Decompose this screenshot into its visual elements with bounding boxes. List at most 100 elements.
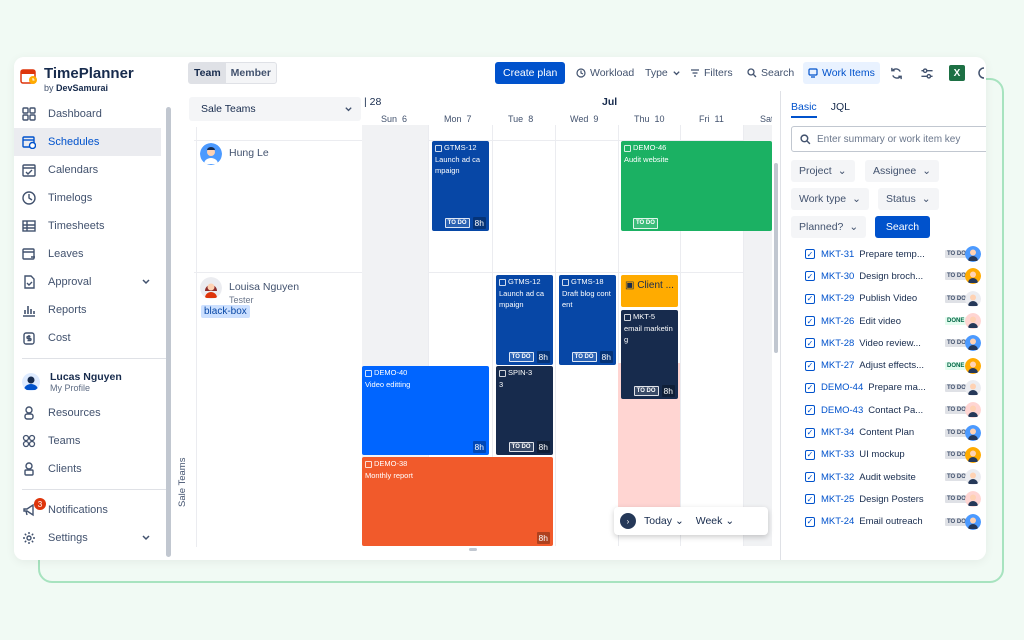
work-item-card[interactable]: SPIN-3 3 TO DO 8h [496,366,553,455]
list-item[interactable]: ✓ MKT-24 Email outreach TO DO [791,511,986,533]
next-arrow-button[interactable]: › [620,513,636,529]
sidebar-item-cost[interactable]: Cost [14,324,174,352]
checkbox-icon[interactable]: ✓ [805,249,815,260]
card-key: GTMS-18 [562,277,613,288]
sidebar-item-settings[interactable]: Settings [14,524,174,552]
chevron-down-icon[interactable] [141,277,151,287]
work-item-card[interactable]: MKT-5 email marketing TO DO 8h [621,310,678,399]
sidebar-item-timelogs[interactable]: Timelogs [14,184,174,212]
refresh-icon[interactable] [890,67,903,80]
avatar [965,469,981,486]
list-item[interactable]: ✓ MKT-28 Video review... TO DO [791,332,986,354]
avatar [965,513,981,530]
planned-filter[interactable]: Planned? ⌄ [791,216,867,238]
work-item-search-input[interactable]: Enter summary or work item key [791,126,986,152]
card-key: GTMS-12 [499,277,550,288]
team-toggle-button[interactable]: Team [189,63,226,83]
resource-row-louisa-nguyen[interactable]: Louisa Nguyen Tester [200,277,299,305]
sidebar-item-label: Approval [48,276,92,288]
sidebar-item-calendars[interactable]: Calendars [14,156,174,184]
resource-role: Tester [229,295,254,305]
list-item[interactable]: ✓ MKT-32 Audit website TO DO [791,466,986,488]
checkbox-icon[interactable]: ✓ [805,338,815,349]
sidebar-item-schedules[interactable]: Schedules [14,128,161,156]
column-divider [196,127,197,547]
project-filter[interactable]: Project ⌄ [791,160,855,182]
sidebar-item-leaves[interactable]: Leaves [14,240,174,268]
checkbox-icon[interactable]: ✓ [805,494,815,505]
list-item[interactable]: ✓ MKT-26 Edit video DONE [791,310,986,332]
work-item-card[interactable]: GTMS-12 Launch ad campaign TO DO 8h [432,141,489,231]
search-button[interactable]: Search [747,62,794,84]
chevron-down-icon: ⌄ [837,165,847,177]
sidebar-item-clients[interactable]: Clients [14,455,174,483]
work-item-card[interactable]: DEMO-40 Video editting 8h [362,366,489,455]
day-header-sat: Sat [760,114,772,124]
member-toggle-button[interactable]: Member [226,63,276,83]
list-item[interactable]: ✓ MKT-25 Design Posters TO DO [791,488,986,510]
work-item-title: Video review... [859,337,921,349]
sidebar-scrollbar[interactable] [166,107,171,557]
sidebar-item-dashboard[interactable]: Dashboard [14,100,174,128]
chevron-down-icon[interactable] [141,533,151,543]
checkbox-icon[interactable]: ✓ [805,293,815,304]
sidebar-item-timesheets[interactable]: Timesheets [14,212,174,240]
checkbox-icon[interactable]: ✓ [805,516,815,527]
list-item[interactable]: ✓ DEMO-44 Prepare ma... TO DO [791,377,986,399]
resource-row-hung-le[interactable]: Hung Le [200,143,269,165]
list-item[interactable]: ✓ MKT-27 Adjust effects... DONE [791,354,986,376]
checkbox-icon[interactable]: ✓ [805,427,815,438]
tab-jql[interactable]: JQL [831,101,850,118]
work-item-title: UI mockup [859,449,905,461]
work-items-button[interactable]: Work Items [803,62,880,84]
workload-button[interactable]: Workload [576,62,634,84]
work-item-card[interactable]: DEMO-46 Audit website TO DO [621,141,772,231]
resource-name: Hung Le [229,147,269,159]
sidebar-item-notifications[interactable]: 3 Notifications [14,496,174,524]
tab-basic[interactable]: Basic [791,101,817,118]
list-item[interactable]: ✓ DEMO-43 Contact Pa... TO DO [791,399,986,421]
create-plan-button[interactable]: Create plan [495,62,566,84]
list-item[interactable]: ✓ MKT-33 UI mockup TO DO [791,444,986,466]
assignee-filter[interactable]: Assignee ⌄ [865,160,940,182]
list-item[interactable]: ✓ MKT-34 Content Plan TO DO [791,421,986,443]
checkbox-icon[interactable]: ✓ [805,316,815,327]
card-key: DEMO-40 [365,368,486,379]
sidebar-profile[interactable]: Lucas Nguyen My Profile [14,365,174,399]
work-type-filter[interactable]: Work type ⌄ [791,188,869,210]
list-item[interactable]: ✓ MKT-29 Publish Video TO DO [791,288,986,310]
work-item-card[interactable]: GTMS-18 Draft blog content TO DO 8h [559,275,616,365]
range-dropdown[interactable]: Week ⌄ [696,515,734,527]
sidebar-item-label: Calendars [48,164,99,176]
work-item-card[interactable]: GTMS-12 Launch ad campaign TO DO 8h [496,275,553,365]
avatar [965,290,981,307]
sidebar-nav: Dashboard Schedules Calendars Timelogs T… [14,100,174,552]
calendar-scrollbar[interactable] [774,163,778,353]
status-filter[interactable]: Status ⌄ [878,188,939,210]
type-dropdown[interactable]: Type [645,62,681,84]
checkbox-icon[interactable]: ✓ [805,271,815,282]
checkbox-icon[interactable]: ✓ [805,449,815,460]
checkbox-icon[interactable]: ✓ [805,360,815,371]
checkbox-icon[interactable]: ✓ [805,472,815,483]
sidebar-item-reports[interactable]: Reports [14,296,174,324]
work-item-card[interactable]: DEMO-38 Monthly report 8h [362,457,553,546]
today-dropdown[interactable]: Today ⌄ [644,515,684,527]
team-selector[interactable]: Sale Teams [189,97,361,121]
filters-button[interactable]: Filters [690,62,733,84]
panel-search-button[interactable]: Search [875,216,930,238]
client-event-card[interactable]: ▣ Client ... [621,275,678,307]
card-title: Video editting [365,379,411,389]
horizontal-scroll-handle[interactable] [469,548,477,551]
sidebar-item-teams[interactable]: Teams [14,427,174,455]
excel-export-icon[interactable]: X [949,65,965,81]
settings-sliders-icon[interactable] [920,67,934,80]
sidebar-item-approval[interactable]: Approval [14,268,174,296]
checkbox-icon[interactable]: ✓ [805,382,815,393]
sidebar-item-resources[interactable]: Resources [14,399,174,427]
list-item[interactable]: ✓ MKT-31 Prepare temp... TO DO [791,243,986,265]
card-title: Client ... [637,280,674,291]
checkbox-icon[interactable]: ✓ [805,405,815,416]
list-item[interactable]: ✓ MKT-30 Design broch... TO DO [791,265,986,287]
chevron-down-icon: ⌄ [921,193,931,205]
